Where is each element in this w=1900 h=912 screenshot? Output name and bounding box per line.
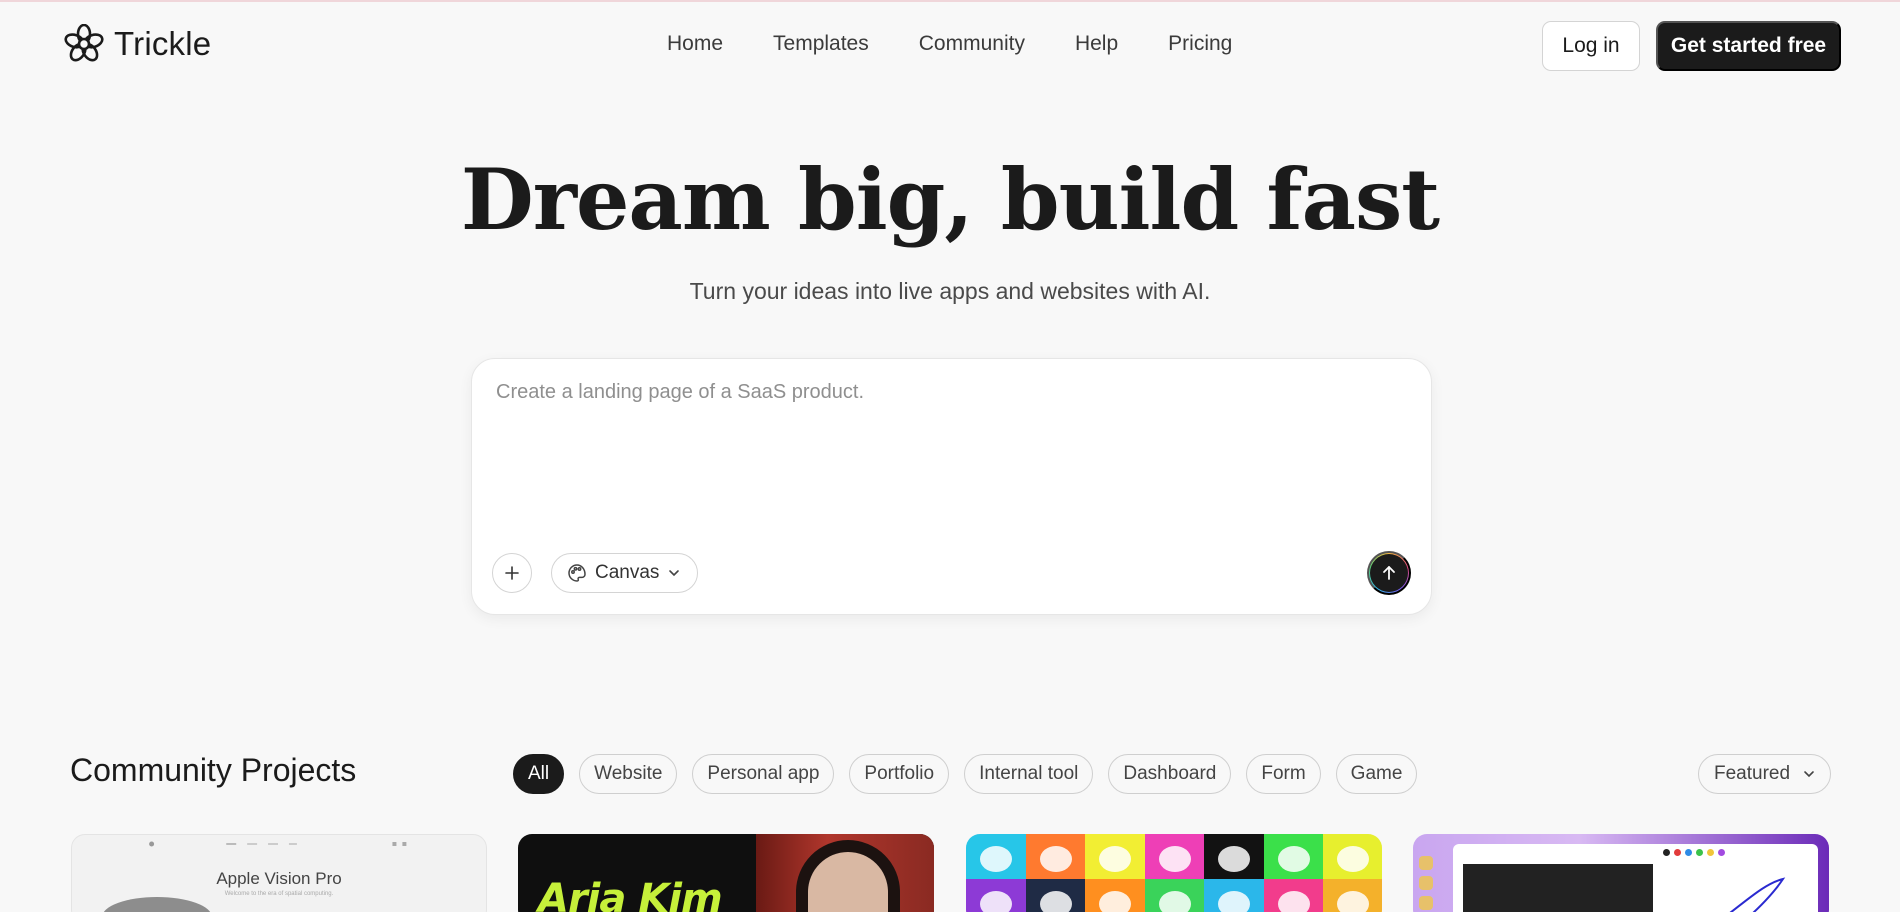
terminal-window-image: [1463, 864, 1653, 912]
project-card[interactable]: Apple Vision Pro Welcome to the era of s…: [71, 834, 487, 912]
login-button[interactable]: Log in: [1542, 21, 1640, 71]
filter-chip-internal-tool[interactable]: Internal tool: [964, 754, 1094, 794]
nav-link-help[interactable]: Help: [1075, 32, 1118, 56]
send-button[interactable]: [1367, 551, 1411, 595]
sheep-image: [1277, 891, 1310, 912]
sort-select-label: Featured: [1714, 763, 1791, 784]
filter-chip-game[interactable]: Game: [1335, 754, 1418, 794]
get-started-button[interactable]: Get started free: [1656, 21, 1841, 71]
project-card-grid: Apple Vision Pro Welcome to the era of s…: [71, 834, 1831, 912]
community-projects-title: Community Projects: [70, 752, 357, 788]
desktop-icons: [1419, 856, 1445, 912]
hero-subtitle: Turn your ideas into live apps and websi…: [689, 278, 1211, 304]
add-attachment-button[interactable]: [492, 553, 532, 593]
brand-logo[interactable]: Trickle: [64, 24, 211, 64]
thumbnail-heading: Aria Kim: [538, 876, 723, 912]
grid-tile: [1025, 834, 1085, 879]
top-navbar: Trickle Home Templates Community Help Pr…: [0, 2, 1900, 90]
send-button-inner: [1370, 554, 1408, 592]
sheep-image: [1218, 846, 1250, 872]
filter-chip-all[interactable]: All: [513, 754, 565, 794]
grid-tile: [1144, 834, 1204, 879]
sheep-image: [1158, 891, 1191, 912]
chevron-down-icon: [669, 570, 680, 577]
mode-select-label: Canvas: [595, 562, 660, 583]
color-palette-dots: [1663, 849, 1725, 856]
sheep-image: [1337, 891, 1369, 912]
arrow-up-icon: [1383, 566, 1395, 580]
thumbnail-navbar: [149, 841, 407, 847]
headset-image: [102, 897, 212, 912]
brand-name: Trickle: [114, 25, 212, 62]
sheep-image: [1337, 846, 1369, 872]
grid-tile: [1204, 879, 1264, 912]
grid-tile: [1085, 834, 1145, 879]
grid-tile: [1085, 879, 1145, 912]
filter-chip-dashboard[interactable]: Dashboard: [1108, 754, 1232, 794]
prompt-input[interactable]: [496, 381, 1396, 531]
sheep-image: [980, 891, 1012, 912]
sheep-image: [1099, 891, 1131, 912]
thumbnail-image-grid: [966, 834, 1382, 912]
nav-link-pricing[interactable]: Pricing: [1168, 32, 1232, 56]
grid-tile: [966, 834, 1026, 879]
chevron-down-icon: [1804, 771, 1814, 778]
sheep-image: [1277, 846, 1310, 872]
mode-select-button[interactable]: Canvas: [551, 553, 698, 593]
grid-tile: [1263, 834, 1323, 879]
project-card[interactable]: [966, 834, 1382, 912]
thumbnail-heading: Apple Vision Pro: [216, 869, 342, 888]
sheep-image: [980, 846, 1012, 872]
flower-logo-icon: [64, 24, 104, 62]
hero-title: Dream big, build fast: [460, 150, 1440, 249]
palette-icon: [568, 564, 586, 582]
sketch-drawing-image: [1729, 877, 1786, 912]
grid-tile: [1323, 834, 1382, 879]
nav-link-community[interactable]: Community: [919, 32, 1025, 56]
project-filter-chips: All Website Personal app Portfolio Inter…: [513, 754, 1418, 794]
filter-chip-form[interactable]: Form: [1246, 754, 1321, 794]
sheep-image: [1039, 846, 1072, 872]
grid-tile: [966, 879, 1026, 912]
filter-chip-portfolio[interactable]: Portfolio: [849, 754, 950, 794]
filter-chip-website[interactable]: Website: [579, 754, 678, 794]
thumbnail-subheading: Welcome to the era of spatial computing.: [224, 891, 334, 897]
grid-tile: [1144, 879, 1204, 912]
filter-chip-personal-app[interactable]: Personal app: [692, 754, 835, 794]
grid-tile: [1025, 879, 1085, 912]
prompt-card: Canvas: [471, 358, 1432, 615]
grid-tile: [1323, 879, 1382, 912]
sheep-image: [1158, 846, 1191, 872]
sort-select-button[interactable]: Featured: [1698, 754, 1831, 794]
nav-link-home[interactable]: Home: [667, 32, 723, 56]
grid-tile: [1263, 879, 1323, 912]
plus-icon: [505, 566, 519, 580]
sheep-image: [1099, 846, 1131, 872]
sheep-image: [1039, 891, 1072, 912]
sheep-image: [1218, 891, 1250, 912]
nav-links: Home Templates Community Help Pricing: [667, 32, 1232, 56]
project-card[interactable]: [1413, 834, 1829, 912]
grid-tile: [1204, 834, 1264, 879]
nav-link-templates[interactable]: Templates: [773, 32, 869, 56]
project-card[interactable]: Aria Kim: [518, 834, 934, 912]
